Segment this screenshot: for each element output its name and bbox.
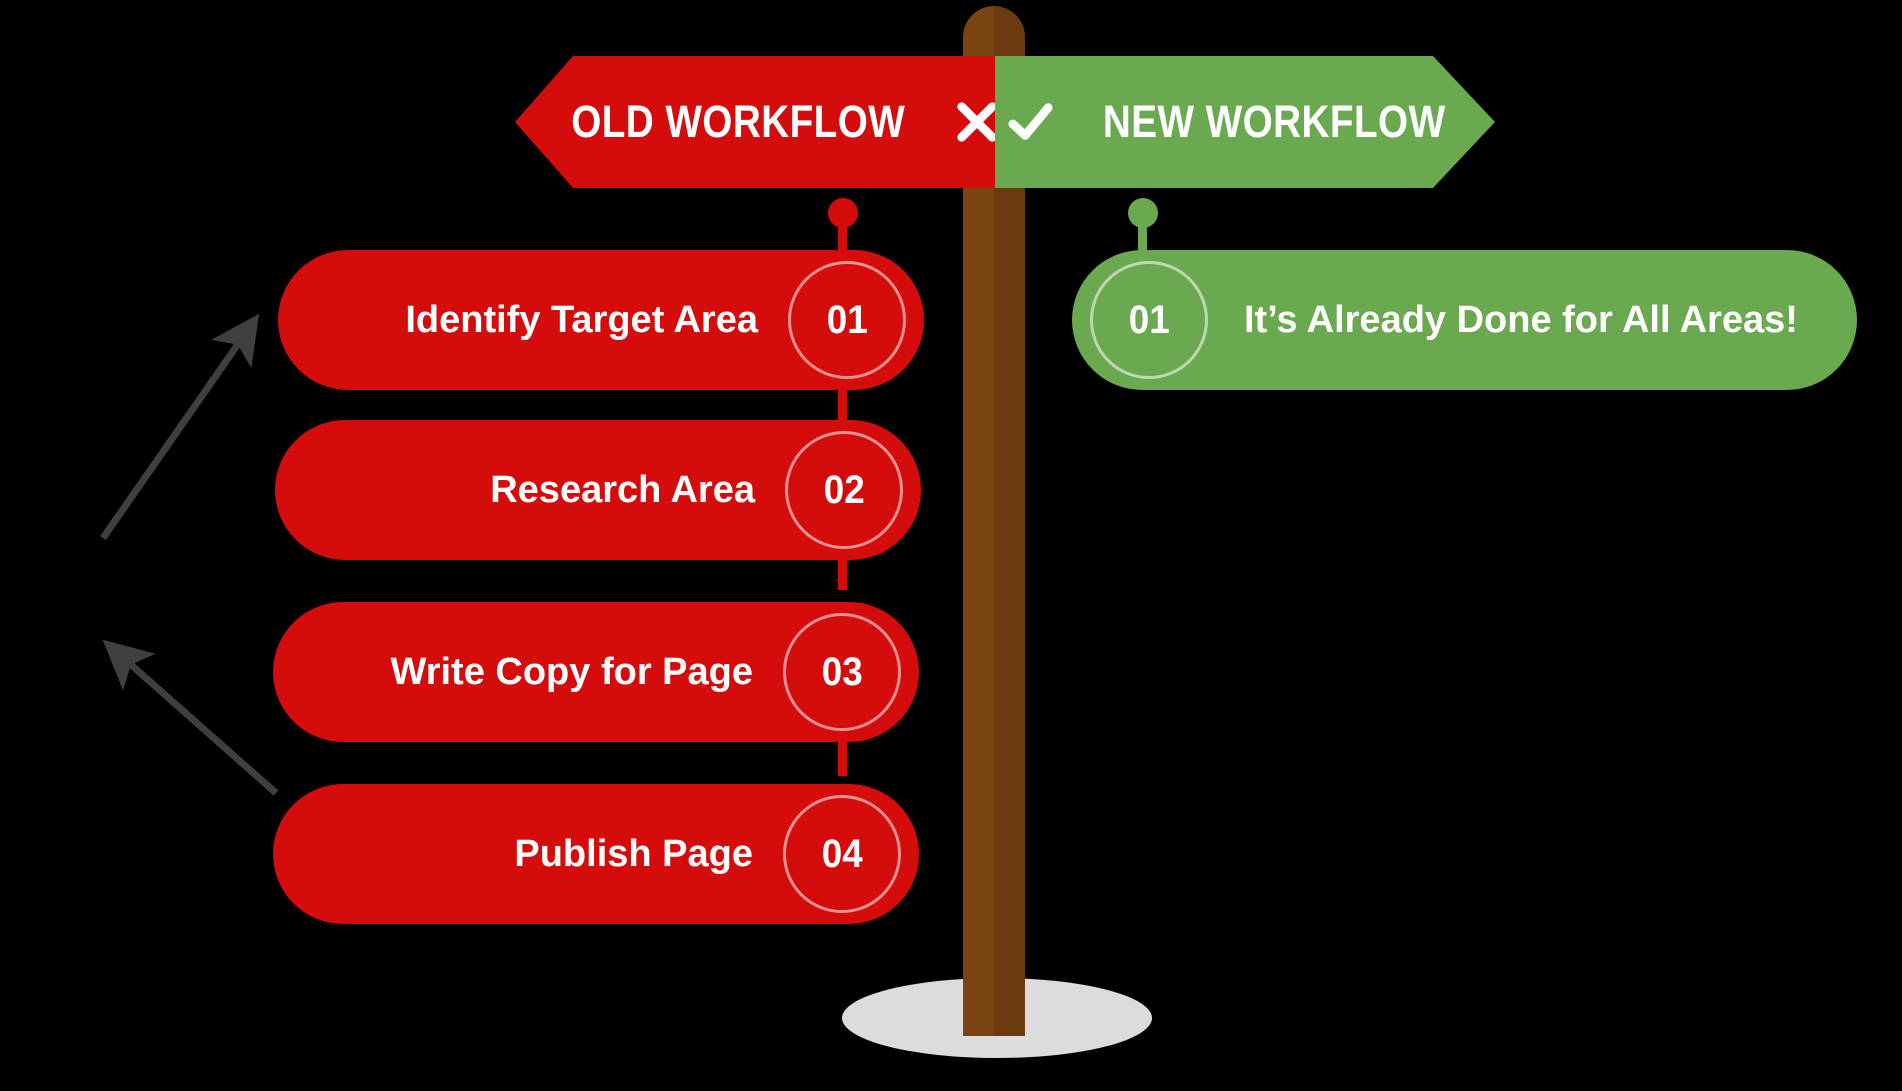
sign-new-workflow[interactable]: NEW WORKFLOW: [995, 56, 1495, 188]
sign-new-workflow-content: NEW WORKFLOW: [1007, 96, 1473, 148]
old-step-3[interactable]: Write Copy for Page 03: [273, 602, 919, 742]
cross-icon: [957, 102, 995, 142]
old-step-3-badge: 03: [783, 613, 901, 731]
old-step-1-number: 01: [826, 297, 868, 342]
old-step-4-content: Publish Page 04: [273, 795, 919, 913]
old-step-1[interactable]: Identify Target Area 01: [278, 250, 924, 390]
new-step-1-label: It’s Already Done for All Areas!: [1244, 298, 1798, 341]
connector-stem-old-1-2: [838, 384, 847, 420]
old-step-1-label: Identify Target Area: [405, 298, 758, 341]
new-step-1-badge: 01: [1090, 261, 1208, 379]
arrow-to-write-copy-for-page: [102, 639, 279, 796]
old-step-4-badge: 04: [783, 795, 901, 913]
old-step-1-badge: 01: [788, 261, 906, 379]
arrow-to-identify-target-area: [100, 313, 260, 540]
old-step-2[interactable]: Research Area 02: [275, 420, 921, 560]
new-step-1-number: 01: [1128, 297, 1170, 342]
connector-stem-old-3-4: [838, 736, 847, 776]
old-step-4-number: 04: [821, 831, 863, 876]
old-step-1-content: Identify Target Area 01: [278, 261, 924, 379]
old-step-2-content: Research Area 02: [275, 431, 921, 549]
old-step-3-content: Write Copy for Page 03: [273, 613, 919, 731]
sign-new-workflow-label: NEW WORKFLOW: [1102, 96, 1446, 147]
old-step-4-label: Publish Page: [514, 832, 753, 875]
sign-old-workflow[interactable]: OLD WORKFLOW: [515, 56, 995, 188]
check-icon: [1007, 99, 1053, 145]
new-step-1[interactable]: 01 It’s Already Done for All Areas!: [1072, 250, 1857, 390]
old-step-4[interactable]: Publish Page 04: [273, 784, 919, 924]
infographic-canvas: OLD WORKFLOW NEW WORKFLOW Identify Targe…: [0, 0, 1902, 1091]
old-step-3-label: Write Copy for Page: [390, 650, 753, 693]
old-step-2-number: 02: [823, 467, 865, 512]
old-step-3-number: 03: [821, 649, 863, 694]
sign-old-workflow-content: OLD WORKFLOW: [544, 96, 995, 148]
old-step-2-label: Research Area: [490, 468, 755, 511]
old-step-2-badge: 02: [785, 431, 903, 549]
new-step-1-content: 01 It’s Already Done for All Areas!: [1072, 261, 1857, 379]
sign-old-workflow-label: OLD WORKFLOW: [570, 96, 906, 147]
connector-stem-old-2-3: [838, 554, 847, 590]
